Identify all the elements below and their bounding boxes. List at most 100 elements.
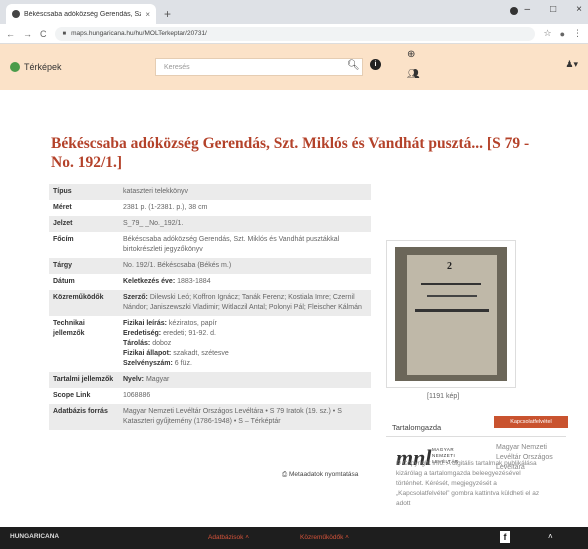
thumbnail-line	[415, 309, 489, 312]
footer-link-contributors[interactable]: Közreműködők ˄	[300, 534, 349, 541]
tab-close-icon[interactable]: ×	[145, 10, 150, 19]
row-key: Tartalmi jellemzők	[49, 372, 119, 388]
metadata-table: Típus kataszteri telekkönyv Méret 2381 p…	[49, 184, 371, 430]
print-label: Metaadatok nyomtatása	[289, 471, 359, 478]
tab-title: Békéscsaba adóközség Gerendás, Szt. Mikl…	[24, 10, 142, 18]
table-row: Főcím Békéscsaba adóközség Gerendás, Szt…	[49, 232, 371, 258]
contact-button[interactable]: Kapcsolatfelvétel	[494, 416, 568, 428]
minimize-button[interactable]: –	[525, 4, 531, 15]
thumbnail-image: 2	[395, 247, 507, 381]
table-row: Tárgy No. 192/1. Békéscsaba (Békés m.)	[49, 258, 371, 274]
row-value: Fizikai leírás: kéziratos, papír Eredeti…	[119, 316, 371, 372]
reload-icon[interactable]: C	[40, 29, 47, 39]
value-label: Fizikai állapot:	[123, 350, 172, 357]
row-value: Keletkezés éve: 1883-1884	[119, 274, 371, 290]
value-label: Nyelv:	[123, 376, 145, 383]
scroll-up-icon[interactable]: ˄	[548, 532, 553, 541]
thumbnail-line	[427, 295, 477, 297]
row-value: 2381 p. (1-2381. p.), 38 cm	[123, 204, 208, 211]
row-key: Dátum	[53, 278, 75, 285]
row-key: Főcím	[53, 236, 74, 243]
app-header: Térképek Keresés 🔍︎ i ⊕ 👥︎ ♟▾	[0, 44, 588, 90]
value-text: 1883-1884	[177, 278, 211, 285]
image-count[interactable]: [1191 kép]	[427, 393, 459, 400]
row-key: Méret	[53, 204, 72, 211]
lock-icon: ■	[62, 30, 67, 37]
footer-link-label: Adatbázisok	[208, 534, 244, 541]
account-icon[interactable]: ●	[560, 29, 565, 39]
brand-name: Térképek	[24, 62, 62, 72]
row-key: Technikai jellemzők	[53, 320, 85, 337]
table-row: Méret 2381 p. (1-2381. p.), 38 cm	[49, 200, 371, 216]
logo-sub-line: MAGYAR	[432, 447, 455, 452]
row-key: Jelzet	[49, 216, 119, 232]
print-metadata-link[interactable]: ⎙ Metaadatok nyomtatása	[282, 471, 358, 479]
table-row: Típus kataszteri telekkönyv	[49, 184, 371, 200]
url-field[interactable]: ■ maps.hungaricana.hu/hu/MOLTerkeptar/20…	[54, 26, 536, 41]
thumbnail-line	[421, 283, 481, 285]
row-value: kataszteri telekkönyv	[119, 184, 371, 200]
footer-link-databases[interactable]: Adatbázisok ˄	[208, 534, 249, 541]
scope-link[interactable]: 1068886	[119, 388, 371, 404]
value-label: Szerző:	[123, 294, 148, 301]
row-key: Közreműködők	[49, 290, 119, 316]
browser-tabbar: Békéscsaba adóközség Gerendás, Szt. Mikl…	[0, 0, 588, 24]
forward-icon[interactable]: →	[23, 29, 32, 39]
browser-tab[interactable]: Békéscsaba adóközség Gerendás, Szt. Mikl…	[6, 4, 156, 24]
value-text: 6 füz.	[174, 360, 192, 367]
thumbnail-page: 2	[407, 255, 497, 375]
thumbnail-number: 2	[447, 261, 452, 272]
site-footer: HUNGARICANA Adatbázisok ˄ Közreműködők ˄…	[0, 527, 588, 549]
value-text: eredeti; 91-92. d.	[163, 330, 217, 337]
value-label: Tárolás:	[123, 340, 151, 347]
table-row: Tartalmi jellemzők Nyelv: Magyar	[49, 372, 371, 388]
menu-icon[interactable]: ⋮	[573, 28, 582, 39]
logo-sub-line: NEMZETI	[432, 453, 456, 458]
maximize-button[interactable]: □	[550, 4, 556, 15]
footer-link-label: Közreműködők	[300, 534, 344, 541]
value-label: Szelvényszám:	[123, 360, 173, 367]
address-bar: ← → C ■ maps.hungaricana.hu/hu/MOLTerkep…	[0, 24, 588, 44]
table-row: Scope Link 1068886	[49, 388, 371, 404]
row-key: Típus	[49, 184, 119, 200]
row-value: S_79_ _No._192/1.	[119, 216, 371, 232]
table-row: Dátum Keletkezés éve: 1883-1884	[49, 274, 371, 290]
table-row: Közreműködők Szerző: Dilewski Leó; Koffr…	[49, 290, 371, 316]
row-value: Szerző: Dilewski Leó; Koffron Ignácz; Ta…	[119, 290, 371, 316]
search-input[interactable]: Keresés	[155, 58, 363, 76]
table-row: Jelzet S_79_ _No._192/1.	[49, 216, 371, 232]
value-text: Magyar	[145, 376, 170, 383]
info-icon[interactable]: i	[370, 59, 381, 70]
people-icon[interactable]: 👥︎	[407, 69, 420, 80]
value-text: szakadt, szétesve	[173, 350, 229, 357]
document-thumbnail[interactable]: 2	[386, 240, 516, 388]
value-text: Dilewski Leó; Koffron Ignácz; Tanák Fere…	[123, 294, 362, 311]
row-key: Tárgy	[49, 258, 119, 274]
row-key: Adatbázis forrás	[49, 404, 119, 430]
new-tab-button[interactable]: +	[164, 7, 171, 21]
row-value[interactable]: Magyar Nemzeti Levéltár Országos Levéltá…	[119, 404, 371, 430]
value-label: Fizikai leírás:	[123, 320, 167, 327]
printer-icon: ⎙	[282, 471, 288, 478]
profile-icon[interactable]	[510, 7, 518, 15]
user-menu-icon[interactable]: ♟▾	[565, 59, 578, 70]
table-row: Technikai jellemzők Fizikai leírás: kézi…	[49, 316, 371, 372]
zoom-search-icon[interactable]: ⊕	[407, 49, 415, 60]
star-icon[interactable]: ☆	[543, 28, 551, 39]
main-content: Békéscsaba adóközség Gerendás, Szt. Mikl…	[0, 90, 588, 527]
favicon-icon	[12, 10, 20, 18]
row-key: Scope Link	[53, 392, 91, 399]
footer-brand[interactable]: HUNGARICANA	[10, 533, 59, 540]
value-text: doboz	[152, 340, 172, 347]
close-window-button[interactable]: ×	[576, 4, 582, 15]
back-icon[interactable]: ←	[6, 29, 15, 39]
value-label: Eredetiség:	[123, 330, 162, 337]
facebook-icon[interactable]: f	[500, 531, 510, 543]
value-text: kéziratos, papír	[168, 320, 217, 327]
table-row: Adatbázis forrás Magyar Nemzeti Levéltár…	[49, 404, 371, 430]
value-label: Keletkezés éve:	[123, 278, 176, 285]
search-icon[interactable]: 🔍︎	[347, 60, 360, 71]
brand-logo-icon	[10, 62, 20, 72]
brand[interactable]: Térképek	[10, 62, 62, 72]
row-value: No. 192/1. Békéscsaba (Békés m.)	[119, 258, 371, 274]
